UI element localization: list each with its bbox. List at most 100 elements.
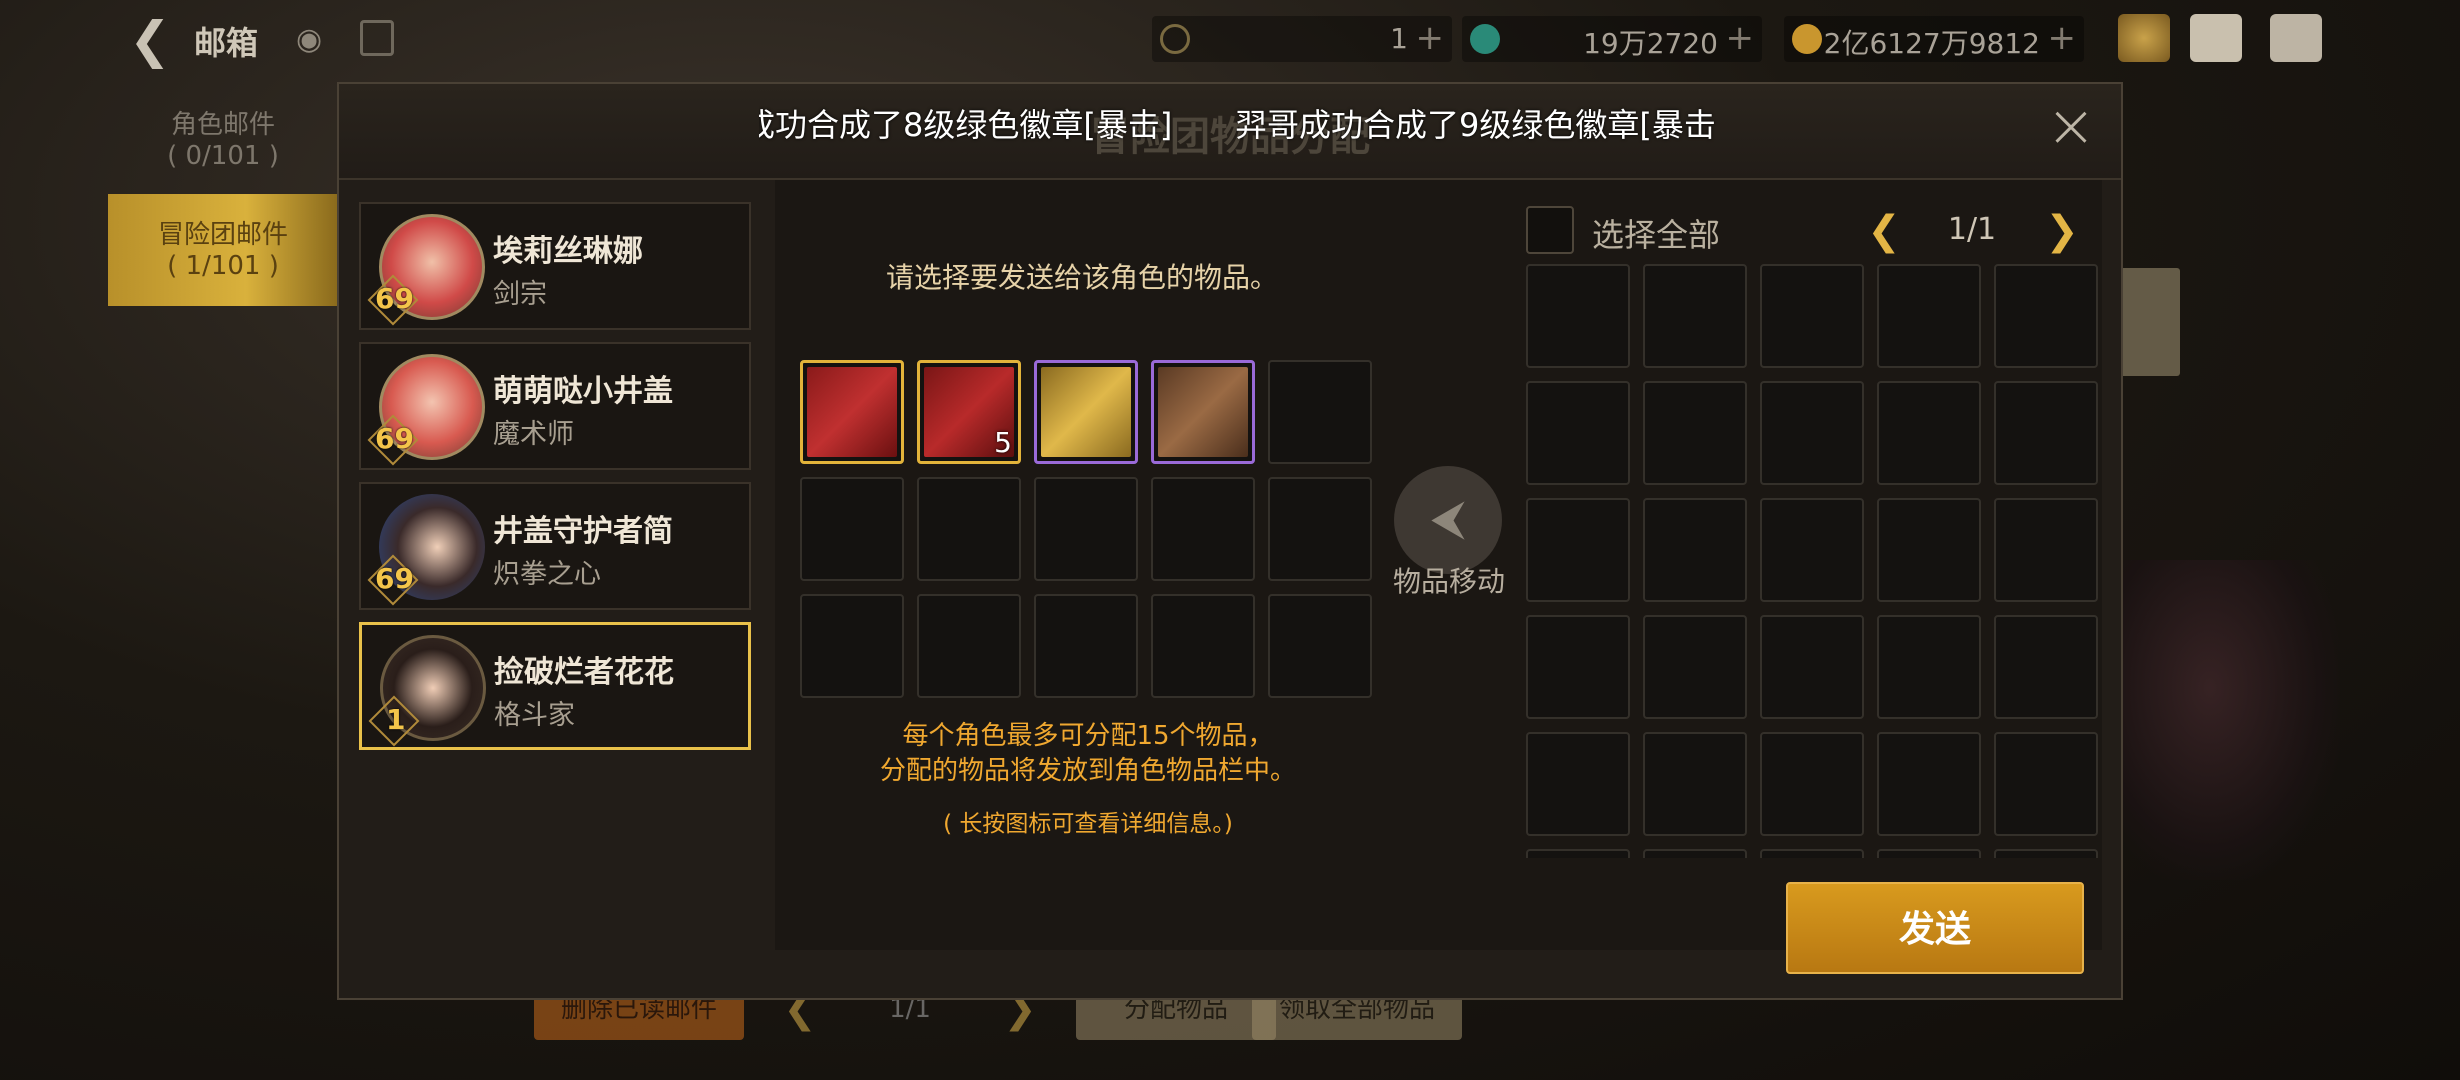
select-all-checkbox[interactable] [1526,206,1574,254]
currency-1: 1 + [1152,16,1452,62]
character-level: 1 [386,703,406,736]
send-button[interactable]: 发送 [1786,882,2084,974]
red-sword-ticket-icon [807,367,897,457]
currency-3: 2亿6127万9812 + [1784,16,2084,62]
background-panel [2120,268,2180,376]
currency-1-value: 1 [1390,22,1408,55]
empty-slot[interactable] [917,477,1021,581]
inventory-slot[interactable] [1760,498,1864,602]
inventory-slot[interactable] [1877,732,1981,836]
inventory-slot[interactable] [1643,849,1747,858]
inventory-slot[interactable] [1994,615,2098,719]
add-currency-3-button[interactable]: + [2048,18,2077,58]
inventory-slot[interactable] [1760,381,1864,485]
crystal-icon [1470,24,1500,54]
chat-icon[interactable] [2270,14,2322,62]
item-slot[interactable] [800,360,904,464]
inventory-slot[interactable] [1994,498,2098,602]
character-class: 炽拳之心 [493,559,601,590]
inventory-page-indicator: 1/1 [1947,212,1997,247]
tab-character-mail-count: ( 0/101 ) [167,141,279,171]
bag-icon[interactable] [2118,14,2170,62]
inventory-slot[interactable] [1760,264,1864,368]
broadcast-message-1: 成功合成了8级绿色徽章[暴击] [759,106,1173,144]
move-arrow-icon: ⮜ [1430,490,1466,546]
inventory-slot[interactable] [1760,849,1864,858]
currency-2: 19万2720 + [1462,16,1762,62]
character-name: 埃莉丝琳娜 [493,234,643,269]
empty-slot[interactable] [917,594,1021,698]
brown-box-icon [1158,367,1248,457]
character-level: 69 [375,282,414,315]
move-items-label: 物品移动 [1392,565,1505,598]
mail-icon[interactable] [2190,14,2242,62]
empty-slot[interactable] [1151,477,1255,581]
inventory-grid [1526,264,2106,858]
empty-slot[interactable] [1151,594,1255,698]
document-icon[interactable] [360,20,394,56]
currency-2-value: 19万2720 [1583,27,1718,60]
inventory-slot[interactable] [1877,498,1981,602]
close-icon[interactable]: × [2045,96,2097,156]
character-card-selected[interactable]: 1 捡破烂者花花 格斗家 [359,622,751,750]
empty-slot[interactable] [800,477,904,581]
note-line-1: 每个角色最多可分配15个物品， [902,721,1274,751]
inventory-slot[interactable] [1760,615,1864,719]
character-class: 格斗家 [494,700,575,731]
inventory-slot[interactable] [1526,264,1630,368]
empty-slot[interactable] [1268,594,1372,698]
tab-character-mail[interactable]: 角色邮件 ( 0/101 ) [108,104,338,171]
inventory-slot[interactable] [1994,849,2098,858]
inventory-slot[interactable] [1526,732,1630,836]
inventory-slot[interactable] [1643,381,1747,485]
inventory-prev-page-icon[interactable]: ❮ [1862,206,1906,256]
page-title: 邮箱 [194,24,259,62]
character-card[interactable]: 69 萌萌哒小井盖 魔术师 [359,342,751,470]
currency-3-value: 2亿6127万9812 [1823,27,2040,60]
inventory-slot[interactable] [1526,498,1630,602]
item-slot[interactable] [1151,360,1255,464]
move-items-button[interactable]: ⮜ [1394,466,1502,574]
empty-slot[interactable] [1034,477,1138,581]
inventory-slot[interactable] [1994,732,2098,836]
inventory-slot[interactable] [1643,264,1747,368]
inventory-slot[interactable] [1877,615,1981,719]
inventory-slot[interactable] [1994,264,2098,368]
tab-adventure-mail-count: ( 1/101 ) [167,251,279,281]
character-class: 魔术师 [493,419,574,450]
gold-ticket-icon [1041,367,1131,457]
inventory-slot[interactable] [1877,381,1981,485]
empty-slot[interactable] [800,594,904,698]
add-currency-2-button[interactable]: + [1726,18,1755,58]
item-slot[interactable] [1034,360,1138,464]
inventory-next-page-icon[interactable]: ❯ [2040,206,2084,256]
select-all-label: 选择全部 [1592,216,1721,254]
tab-adventure-mail[interactable]: 冒险团邮件 ( 1/101 ) [108,194,338,306]
inventory-slot[interactable] [1526,615,1630,719]
top-bar: ❮ 邮箱 ◉ 1 + 19万2720 + 2亿6127万9812 + [0,0,2460,80]
inventory-slot[interactable] [1526,849,1630,858]
inventory-slot[interactable] [1526,381,1630,485]
empty-slot[interactable] [1034,594,1138,698]
broadcast-message-2: 羿哥成功合成了9级绿色徽章[暴击 [1235,106,1716,144]
inventory-slot[interactable] [1643,732,1747,836]
inventory-slot[interactable] [1760,732,1864,836]
gold-coin-icon [1792,24,1822,54]
add-currency-1-button[interactable]: + [1416,18,1445,58]
inventory-slot[interactable] [1643,615,1747,719]
character-card[interactable]: 69 井盖守护者简 炽拳之心 [359,482,751,610]
back-arrow-icon[interactable]: ❮ [122,14,178,66]
inventory-slot[interactable] [1877,264,1981,368]
inventory-slot[interactable] [1994,381,2098,485]
send-instruction: 请选择要发送给该角色的物品。 [886,261,1279,294]
empty-slot[interactable] [1268,477,1372,581]
empty-slot[interactable] [1268,360,1372,464]
item-slot[interactable]: 5 [917,360,1021,464]
character-class: 剑宗 [493,279,547,310]
inventory-slot[interactable] [1877,849,1981,858]
tab-character-mail-label: 角色邮件 [170,110,275,140]
character-card[interactable]: 69 埃莉丝琳娜 剑宗 [359,202,751,330]
character-name: 萌萌哒小井盖 [493,374,673,409]
eye-icon[interactable]: ◉ [296,22,336,57]
inventory-slot[interactable] [1643,498,1747,602]
